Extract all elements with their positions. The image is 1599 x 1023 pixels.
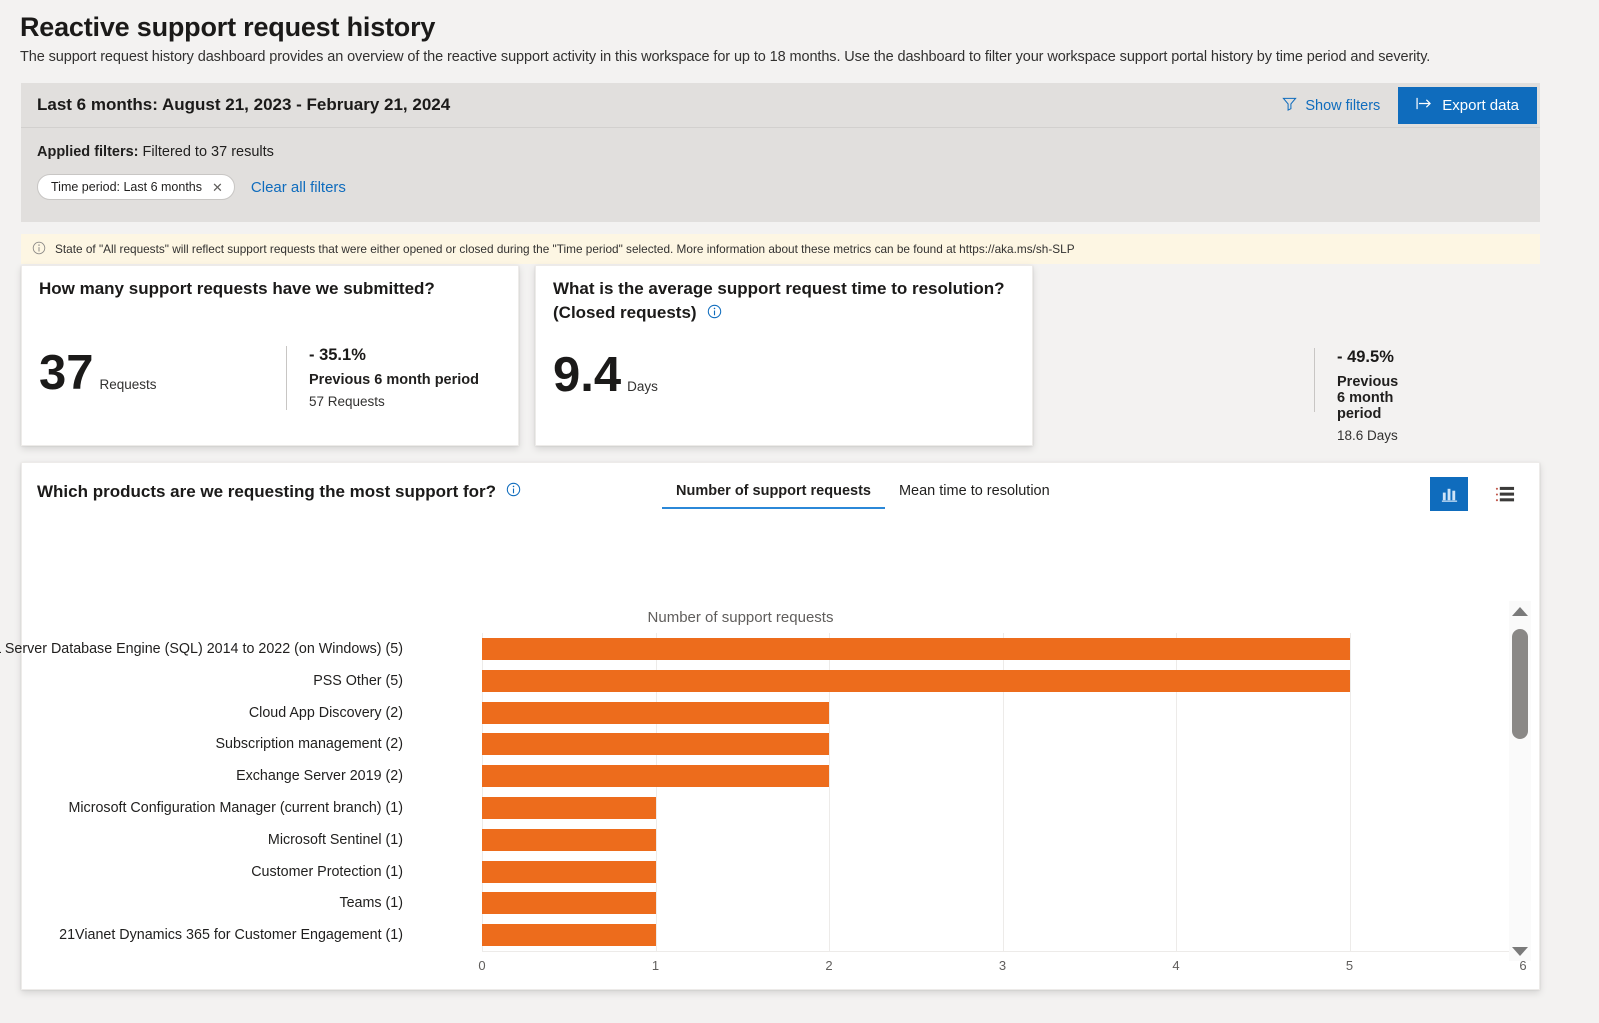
export-icon [1416,97,1433,114]
chart-bar-label: Microsoft Sentinel (1) [267,831,403,848]
chart-bar[interactable] [482,892,656,915]
chart-bar-label: 21Vianet Dynamics 365 for Customer Engag… [59,927,403,944]
chart-bar-row[interactable]: SQL Server Database Engine (SQL) 2014 to… [0,633,1522,665]
scroll-thumb[interactable] [1512,629,1528,739]
chart-bar[interactable] [482,765,829,788]
chart-bar[interactable] [482,828,656,851]
show-filters-label: Show filters [1305,97,1381,114]
kpi-main-value-group: 9.4 Days [553,351,658,400]
filter-body: Applied filters: Filtered to 37 results … [21,128,1540,222]
chart-bar-label: Microsoft Configuration Manager (current… [68,800,403,816]
applied-filters-line: Applied filters: Filtered to 37 results [37,144,1524,160]
kpi-delta: - 49.5% [1337,348,1394,366]
tab-mean-time-to-resolution[interactable]: Mean time to resolution [885,483,1064,509]
kpi-comparison: - 35.1% Previous 6 month period 57 Reque… [286,346,479,410]
filter-chip-row: Time period: Last 6 months ✕ Clear all f… [37,174,1524,200]
list-view-icon[interactable] [1486,477,1524,511]
kpi-unit: Requests [99,377,157,392]
chart-plot-area: Number of support requests SQL Server Da… [0,523,1539,973]
chart-bar-label: Cloud App Discovery (2) [248,704,403,721]
info-icon[interactable] [506,482,521,502]
kpi-main-value-group: 37 Requests [39,349,157,398]
chart-question-text: Which products are we requesting the mos… [37,482,497,501]
chart-bar-label: Exchange Server 2019 (2) [236,768,403,785]
kpi-previous-period-label: Previous 6 month period [309,372,479,388]
export-data-label: Export data [1442,97,1519,114]
chart-bar-row[interactable]: Customer Protection (1) [22,856,1522,888]
kpi-card-requests: How many support requests have we submit… [21,265,519,446]
chart-x-tick-label: 2 [825,958,833,973]
chart-bar-label: Subscription management (2) [215,736,403,753]
filter-actions: Show filters Export data [1264,83,1540,128]
chart-bar-row[interactable]: Exchange Server 2019 (2) [22,760,1522,792]
chart-bar-label: Teams (1) [339,895,403,912]
chart-bar-row[interactable]: 21Vianet Dynamics 365 for Customer Engag… [22,919,1522,951]
chart-bar-label: Customer Protection (1) [251,863,403,880]
chart-x-tick-label: 4 [1172,958,1180,973]
chart-tabs: Number of support requests Mean time to … [662,483,1064,509]
filter-panel: Last 6 months: August 21, 2023 - Februar… [21,83,1540,222]
chevron-down-icon[interactable] [1509,941,1531,961]
chevron-up-icon[interactable] [1509,601,1531,621]
kpi-previous-value: 18.6 Days [1337,428,1398,443]
chart-bar-row[interactable]: Teams (1) [22,887,1522,919]
chart-scrollbar[interactable] [1509,601,1531,961]
kpi-comparison: - 49.5% Previous 6 month period 18.6 Day… [1314,348,1398,443]
close-icon[interactable]: ✕ [212,181,223,194]
kpi-card-resolution: What is the average support request time… [535,265,1398,446]
page-subtitle: The support request history dashboard pr… [20,49,1431,65]
info-banner-text: State of "All requests" will reflect sup… [55,242,1075,256]
filter-chip-label: Time period: Last 6 months [51,180,202,194]
chart-bar-row[interactable]: Microsoft Configuration Manager (current… [22,792,1522,824]
kpi-delta: - 35.1% [309,346,366,364]
chart-bar-row[interactable]: Microsoft Sentinel (1) [22,824,1522,856]
export-data-button[interactable]: Export data [1398,87,1537,124]
tab-number-of-support-requests[interactable]: Number of support requests [662,483,885,509]
chart-header: Which products are we requesting the mos… [22,463,1539,523]
bar-chart-icon[interactable] [1430,477,1468,511]
info-banner: State of "All requests" will reflect sup… [21,234,1540,264]
chart-bar-label: SQL Server Database Engine (SQL) 2014 to… [0,641,403,657]
kpi-question-text: What is the average support request time… [553,279,1005,323]
view-toggle-group [1430,477,1524,511]
applied-filters-value: Filtered to 37 results [142,144,274,160]
dashboard-page: Reactive support request history The sup… [0,0,1599,1023]
chart-bar[interactable] [482,733,829,756]
clear-all-filters-button[interactable]: Clear all filters [251,179,346,196]
chart-x-tick-label: 0 [478,958,486,973]
chart-bar[interactable] [482,638,1350,660]
filter-chip-time-period[interactable]: Time period: Last 6 months ✕ [37,174,235,200]
applied-filters-prefix: Applied filters: [37,144,139,160]
chart-bar-row[interactable]: Cloud App Discovery (2) [22,697,1522,729]
chart-x-tick-label: 3 [998,958,1007,973]
page-title: Reactive support request history [20,12,436,42]
chart-axis-title: Number of support requests [647,609,834,626]
filter-topbar: Last 6 months: August 21, 2023 - Februar… [21,83,1540,128]
chart-bar[interactable] [482,924,656,947]
kpi-value: 37 [39,346,94,400]
kpi-previous-value: 57 Requests [309,394,385,409]
products-chart-card: Which products are we requesting the mos… [0,462,1540,990]
info-icon [32,241,46,258]
time-period-label: Last 6 months: August 21, 2023 - Februar… [37,95,451,114]
chart-bar[interactable] [482,797,656,819]
kpi-question: How many support requests have we submit… [39,279,435,298]
funnel-icon [1282,96,1298,115]
chart-bar-row[interactable]: Subscription management (2) [22,728,1522,760]
chart-bar-row[interactable]: PSS Other (5) [22,665,1522,697]
show-filters-button[interactable]: Show filters [1264,83,1398,128]
chart-bar-label: PSS Other (5) [313,672,403,689]
kpi-unit: Days [627,379,658,394]
bar-chart: SQL Server Database Engine (SQL) 2014 to… [0,633,1527,973]
kpi-previous-period-label: Previous 6 month period [1337,374,1399,422]
chart-bar[interactable] [482,860,656,883]
chart-bar[interactable] [482,701,829,724]
info-icon[interactable] [707,302,722,326]
chart-x-tick-label: 1 [651,958,660,973]
chart-x-tick-label: 5 [1345,958,1354,973]
chart-bar[interactable] [482,669,1350,692]
kpi-value: 9.4 [553,348,622,402]
chart-question: Which products are we requesting the mos… [37,482,521,502]
kpi-question: What is the average support request time… [553,277,1014,326]
